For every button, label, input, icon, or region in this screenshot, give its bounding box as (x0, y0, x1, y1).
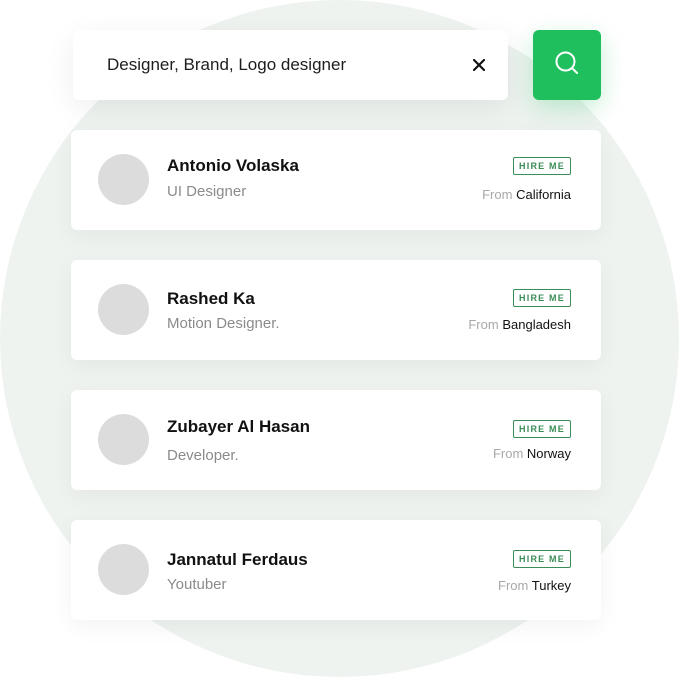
city: Norway (526, 446, 571, 461)
hire-me-button[interactable]: HIRE ME (513, 550, 571, 568)
close-icon[interactable] (472, 58, 486, 72)
avatar (98, 154, 149, 205)
result-card[interactable]: Zubayer Al Hasan Developer. HIRE ME From… (71, 390, 601, 490)
from-label: From (468, 317, 499, 332)
person-role: Motion Designer. (167, 315, 280, 332)
avatar (98, 544, 149, 595)
result-card[interactable]: Rashed Ka Motion Designer. HIRE ME From … (71, 260, 601, 360)
person-role: Developer. (167, 447, 239, 464)
avatar (98, 414, 149, 465)
person-name: Rashed Ka (167, 289, 255, 308)
city: Bangladesh (502, 317, 571, 332)
result-card[interactable]: Antonio Volaska UI Designer HIRE ME From… (71, 130, 601, 230)
avatar (98, 284, 149, 335)
location: From Norway (493, 446, 571, 461)
location: From California (482, 187, 571, 202)
from-label: From (498, 578, 529, 593)
location: From Bangladesh (468, 317, 571, 332)
person-role: UI Designer (167, 183, 247, 200)
hire-me-button[interactable]: HIRE ME (513, 420, 571, 438)
result-card[interactable]: Jannatul Ferdaus Youtuber HIRE ME From T… (71, 520, 601, 620)
location: From Turkey (498, 578, 571, 593)
hire-me-button[interactable]: HIRE ME (513, 289, 571, 307)
city: California (516, 187, 571, 202)
from-label: From (482, 187, 513, 202)
person-role: Youtuber (167, 576, 227, 593)
person-name: Jannatul Ferdaus (167, 550, 308, 569)
city: Turkey (531, 578, 571, 593)
from-label: From (492, 446, 524, 461)
search-icon (554, 50, 580, 81)
search-button[interactable] (533, 30, 601, 100)
search-input[interactable] (107, 55, 472, 75)
hire-me-button[interactable]: HIRE ME (513, 157, 571, 175)
person-name: Zubayer Al Hasan (167, 417, 310, 436)
person-name: Antonio Volaska (167, 156, 299, 175)
search-box (73, 30, 508, 100)
